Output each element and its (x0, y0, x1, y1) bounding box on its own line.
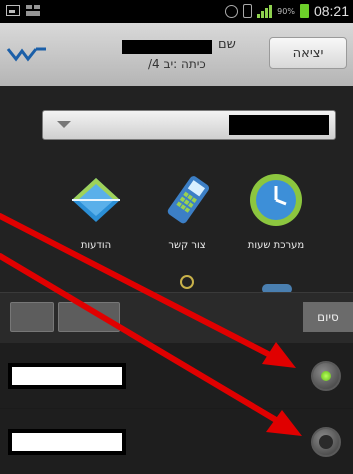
item-text-redacted (8, 429, 126, 455)
clock-icon (250, 174, 302, 226)
status-bar: 90% 08:21 (0, 0, 353, 23)
student-name-redacted (122, 40, 212, 54)
name-label: שם (218, 37, 236, 52)
selected-value-redacted (229, 115, 329, 135)
phone-icon (167, 176, 210, 224)
item-text-redacted (8, 363, 126, 389)
end-button[interactable]: סיום (303, 302, 353, 332)
radio-button-selected[interactable] (311, 361, 341, 391)
second-row-tile-icon (180, 275, 194, 289)
tile-messages-label: הודעות (80, 240, 112, 251)
toolbar-button-2[interactable] (58, 302, 120, 332)
vibrate-icon (243, 4, 253, 18)
battery-icon (299, 4, 309, 18)
tile-timetable-label: מערכת שעות (247, 240, 305, 251)
tile-timetable[interactable]: מערכת שעות (236, 170, 316, 251)
tile-contact-label: צור קשר (168, 240, 206, 251)
account-select[interactable] (42, 110, 336, 140)
alarm-icon (225, 4, 239, 18)
radio-button-unselected[interactable] (311, 427, 341, 457)
clock-time: 08:21 (313, 3, 349, 19)
action-toolbar: סיום (0, 292, 353, 344)
signal-icon (257, 4, 273, 18)
tile-messages[interactable]: הודעות (56, 170, 136, 251)
tile-contact[interactable]: צור קשר (147, 170, 227, 251)
toolbar-button-1[interactable] (10, 302, 54, 332)
envelope-icon (72, 178, 120, 222)
gallery-icon (6, 5, 20, 16)
class-label: כיתה :יב 4/ (148, 57, 206, 71)
battery-percent: 90% (277, 6, 295, 16)
grid-icon (26, 5, 40, 16)
list-item[interactable] (0, 343, 353, 408)
chevron-down-icon (57, 121, 71, 128)
main-panel: הודעות צור קשר מערכת שעות (0, 86, 353, 294)
logout-button[interactable]: יציאה (269, 37, 347, 69)
list-item[interactable] (0, 409, 353, 474)
brand-logo (6, 47, 46, 62)
app-header: שם כיתה :יב 4/ יציאה (0, 23, 353, 86)
